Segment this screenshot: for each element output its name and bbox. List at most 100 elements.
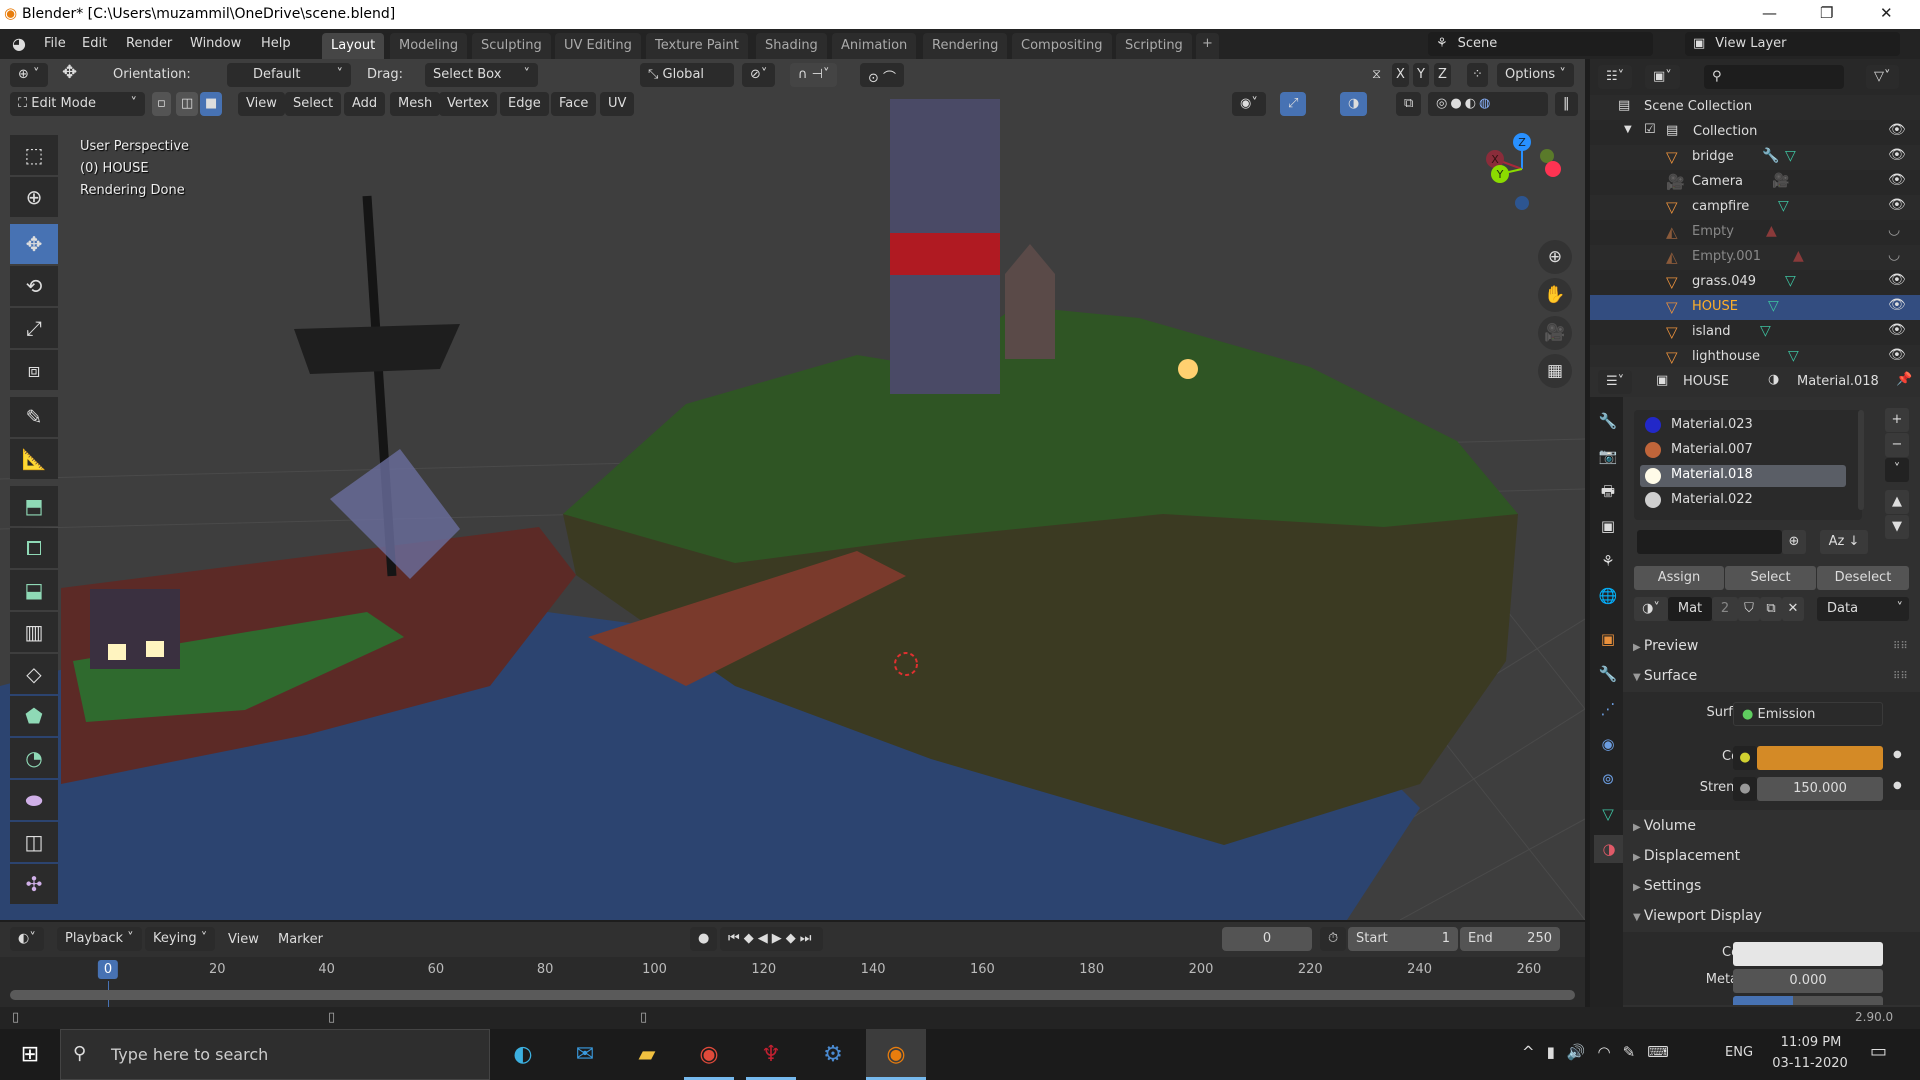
tool-poly-build[interactable]: ⬟ bbox=[10, 696, 58, 736]
end-frame-field[interactable]: End 250 bbox=[1460, 927, 1560, 951]
tool-shrink-fatten[interactable]: ✣ bbox=[10, 864, 58, 904]
select-button[interactable]: Select bbox=[1725, 566, 1816, 590]
outliner-editor-type[interactable]: ☷˅ bbox=[1598, 65, 1633, 89]
checkbox-icon[interactable]: ☑ bbox=[1644, 122, 1656, 137]
viewport-color-swatch[interactable] bbox=[1733, 942, 1883, 966]
proportional-edit-toggle[interactable]: ⊙ ⌒ bbox=[860, 63, 905, 87]
play-icon[interactable]: ▶ bbox=[772, 931, 786, 946]
menu-face[interactable]: Face bbox=[551, 92, 597, 116]
duplicate-material-button[interactable]: ⧉ bbox=[1760, 597, 1782, 621]
render-tab-icon[interactable]: 📷 bbox=[1594, 442, 1622, 470]
sort-button[interactable]: Az ↓ bbox=[1820, 530, 1868, 554]
tool-tab-icon[interactable]: 🔧 bbox=[1594, 407, 1622, 435]
tool-move[interactable]: ✥ bbox=[10, 224, 58, 264]
tool-smooth[interactable]: ⬬ bbox=[10, 780, 58, 820]
menu-edge[interactable]: Edge bbox=[500, 92, 549, 116]
emission-color-swatch[interactable] bbox=[1757, 746, 1883, 770]
eye-icon[interactable]: 👁 bbox=[1888, 147, 1906, 163]
object-tab-icon[interactable]: ▣ bbox=[1594, 625, 1622, 653]
preview-panel-header[interactable]: ▶ Preview bbox=[1633, 638, 1698, 654]
language-indicator[interactable]: ENG bbox=[1725, 1045, 1753, 1060]
outliner-row-collection[interactable]: ▼ ☑ ▤ Collection 👁 bbox=[1590, 120, 1920, 145]
file-explorer-icon[interactable]: ▰ bbox=[622, 1029, 672, 1080]
image-data-icon[interactable]: ▲ bbox=[1766, 223, 1777, 239]
gizmo-neg-y[interactable] bbox=[1540, 149, 1554, 163]
camera-view-button[interactable]: 🎥 bbox=[1538, 316, 1572, 350]
deselect-button[interactable]: Deselect bbox=[1817, 566, 1909, 590]
mirror-y-toggle[interactable]: Y bbox=[1413, 63, 1429, 87]
gizmo-neg-z[interactable] bbox=[1515, 196, 1529, 210]
taskbar-search-box[interactable]: ⚲ Type here to search bbox=[60, 1029, 490, 1080]
start-frame-field[interactable]: Start 1 bbox=[1348, 927, 1458, 951]
roughness-slider[interactable] bbox=[1733, 996, 1883, 1005]
user-count[interactable]: 2 bbox=[1712, 597, 1738, 621]
tab-rendering[interactable]: Rendering bbox=[923, 33, 1008, 59]
pivot-dropdown[interactable]: ⊘˅ bbox=[742, 63, 776, 87]
physics-tab-icon[interactable]: ◉ bbox=[1594, 730, 1622, 758]
wrench-icon[interactable]: 🔧 bbox=[1762, 148, 1779, 164]
filter-search-button[interactable]: ⊕ bbox=[1782, 530, 1806, 554]
tab-uv-editing[interactable]: UV Editing bbox=[555, 33, 641, 59]
outliner-row-campfire[interactable]: ▽ campfire ▽ 👁 bbox=[1590, 195, 1920, 220]
outliner-search-input[interactable]: ⚲ bbox=[1704, 65, 1844, 89]
material-name-field[interactable]: Mat bbox=[1668, 597, 1712, 621]
preview-range-toggle[interactable]: ⏱ bbox=[1320, 927, 1347, 951]
view-layer-selector[interactable]: ▣ View Layer bbox=[1685, 32, 1900, 56]
outliner-row-island[interactable]: ▽ island ▽ 👁 bbox=[1590, 320, 1920, 345]
timeline-scrollbar[interactable] bbox=[10, 990, 1575, 1000]
unlink-material-button[interactable]: ✕ bbox=[1782, 597, 1804, 621]
snap-toggle[interactable]: ∩ ⊣˅ bbox=[790, 63, 838, 87]
playback-controls[interactable]: ⏮◆◀▶◆⏭ bbox=[720, 927, 824, 951]
chevron-up-icon[interactable]: ^ bbox=[1522, 1043, 1547, 1061]
eye-icon[interactable]: 👁 bbox=[1888, 172, 1906, 188]
face-select-mode[interactable]: ■ bbox=[200, 92, 223, 116]
tool-rotate[interactable]: ⟲ bbox=[10, 266, 58, 306]
keyframe-dot-icon[interactable]: ● bbox=[1893, 780, 1902, 791]
xray-toggle[interactable]: ⧉ bbox=[1396, 92, 1422, 116]
settings-panel-header[interactable]: ▶ Settings bbox=[1633, 878, 1701, 894]
overlay-toggle[interactable]: ◑ bbox=[1340, 92, 1368, 116]
record-button[interactable]: ● bbox=[690, 927, 718, 951]
tool-annotate[interactable]: ✎ bbox=[10, 397, 58, 437]
tab-scripting[interactable]: Scripting bbox=[1116, 33, 1192, 59]
image-data-icon[interactable]: ▲ bbox=[1793, 248, 1804, 264]
color-socket-icon[interactable]: ● bbox=[1733, 746, 1757, 770]
battery-icon[interactable]: ▮ bbox=[1547, 1043, 1567, 1061]
edge-icon[interactable]: ◐ bbox=[498, 1029, 548, 1080]
prev-keyframe-icon[interactable]: ◆ bbox=[744, 931, 758, 946]
particles-tab-icon[interactable]: ⋰ bbox=[1594, 695, 1622, 723]
menu-vertex[interactable]: Vertex bbox=[439, 92, 497, 116]
tool-loop-cut[interactable]: ▥ bbox=[10, 612, 58, 652]
tool-transform[interactable]: ⧈ bbox=[10, 350, 58, 390]
tool-select-box[interactable]: ⬚ bbox=[10, 135, 58, 175]
menu-add[interactable]: Add bbox=[344, 92, 386, 116]
menu-window[interactable]: Window bbox=[190, 36, 241, 51]
add-workspace-button[interactable]: + bbox=[1196, 33, 1219, 59]
transform-orientation-dropdown[interactable]: ⤡ Global bbox=[640, 63, 734, 87]
eye-icon[interactable]: 👁 bbox=[1888, 197, 1906, 213]
strength-field[interactable]: 150.000 bbox=[1757, 777, 1883, 801]
rendered-shading-icon[interactable]: ◍ bbox=[1479, 96, 1493, 111]
menu-uv[interactable]: UV bbox=[600, 92, 635, 116]
tool-bevel[interactable]: ⬓ bbox=[10, 570, 58, 610]
outliner-row-grass[interactable]: ▽ grass.049 ▽ 👁 bbox=[1590, 270, 1920, 295]
eye-icon[interactable]: 👁 bbox=[1888, 347, 1906, 363]
current-frame-indicator[interactable]: 0 bbox=[97, 960, 119, 979]
timeline-view-menu[interactable]: View bbox=[228, 932, 259, 947]
strength-socket-icon[interactable]: ● bbox=[1733, 777, 1757, 801]
tab-shading[interactable]: Shading bbox=[756, 33, 827, 59]
vertex-select-mode[interactable]: ▫ bbox=[152, 92, 171, 116]
eye-icon[interactable]: 👁 bbox=[1888, 297, 1906, 313]
slot-specials-button[interactable]: ˅ bbox=[1885, 458, 1909, 482]
surface-panel-header[interactable]: ▼ Surface bbox=[1633, 668, 1697, 684]
shading-mode-buttons[interactable]: ◎●◐◍ bbox=[1428, 92, 1548, 116]
surface-shader-field[interactable]: ● Emission bbox=[1733, 702, 1883, 726]
material-slot-selected[interactable]: Material.018 bbox=[1640, 465, 1846, 487]
marker-menu[interactable]: Marker bbox=[278, 932, 323, 947]
tool-inset[interactable]: ⧠ bbox=[10, 528, 58, 568]
scene-selector[interactable]: ⚘ Scene bbox=[1428, 32, 1653, 56]
outliner-row-empty-001[interactable]: ◭ Empty.001 ▲ ◡ bbox=[1590, 245, 1920, 270]
tool-knife[interactable]: ◇ bbox=[10, 654, 58, 694]
outliner-row-empty[interactable]: ◭ Empty ▲ ◡ bbox=[1590, 220, 1920, 245]
mirror-z-toggle[interactable]: Z bbox=[1434, 63, 1451, 87]
